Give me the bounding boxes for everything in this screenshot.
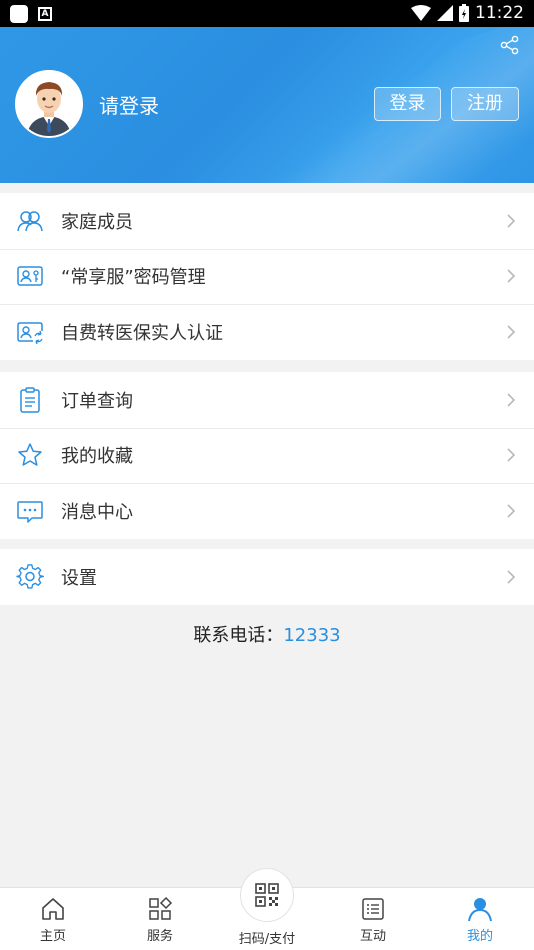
- id-card-key-icon: [17, 266, 43, 286]
- tab-label: 互动: [359, 929, 386, 944]
- share-icon[interactable]: [500, 35, 520, 55]
- status-bar: A 11:22: [0, 0, 534, 27]
- chevron-right-icon: [507, 504, 516, 518]
- tab-label: 我的: [466, 929, 493, 944]
- star-icon: [18, 443, 42, 466]
- avatar[interactable]: [15, 70, 83, 138]
- qr-code-icon: [255, 883, 279, 907]
- text-notification-icon: A: [38, 7, 52, 21]
- bottom-tab-bar: 主页 服务 扫码/支付 互动 我的: [0, 868, 534, 950]
- menu-item-identity-verification[interactable]: 自费转医保实人认证: [0, 304, 534, 360]
- menu-group-activity: 订单查询 我的收藏 消息中心: [0, 372, 534, 539]
- menu-item-message-center[interactable]: 消息中心: [0, 483, 534, 539]
- login-button[interactable]: 登录: [374, 87, 441, 121]
- list-icon: [362, 898, 384, 920]
- menu-item-label: 设置: [61, 567, 97, 589]
- contact-phone-link[interactable]: 12333: [283, 625, 340, 646]
- tab-label: 服务: [146, 929, 173, 944]
- menu-item-settings[interactable]: 设置: [0, 549, 534, 605]
- tab-home[interactable]: 主页: [23, 896, 83, 944]
- menu-group-account: 家庭成员 “常享服”密码管理 自费转医保实人认证: [0, 193, 534, 360]
- login-prompt[interactable]: 请登录: [99, 90, 159, 119]
- menu-group-settings: 设置: [0, 549, 534, 605]
- chevron-right-icon: [507, 448, 516, 462]
- home-icon: [42, 898, 64, 920]
- grid-icon: [149, 896, 173, 920]
- tab-label-scan[interactable]: 扫码/支付: [228, 928, 306, 947]
- menu-item-family-members[interactable]: 家庭成员: [0, 193, 534, 249]
- tab-label: 主页: [39, 929, 66, 944]
- chevron-right-icon: [507, 269, 516, 283]
- tab-interact[interactable]: 互动: [343, 896, 403, 944]
- wifi-icon: [411, 5, 431, 21]
- family-icon: [17, 211, 43, 231]
- menu-item-password-management[interactable]: “常享服”密码管理: [0, 248, 534, 305]
- chevron-right-icon: [507, 570, 516, 584]
- app-notification-icon: [10, 5, 28, 23]
- message-icon: [17, 501, 43, 523]
- clipboard-icon: [20, 387, 40, 413]
- profile-header: 请登录 登录 注册: [0, 27, 534, 183]
- id-card-verify-icon: [17, 322, 43, 344]
- user-icon: [468, 898, 492, 922]
- gear-icon: [16, 563, 44, 589]
- menu-item-favorites[interactable]: 我的收藏: [0, 427, 534, 484]
- menu-item-label: 自费转医保实人认证: [61, 322, 223, 344]
- signal-icon: [437, 5, 453, 21]
- contact-label: 联系电话：: [193, 625, 284, 646]
- register-button[interactable]: 注册: [451, 87, 519, 121]
- battery-icon: [459, 4, 469, 22]
- menu-item-label: “常享服”密码管理: [61, 267, 206, 289]
- tab-mine[interactable]: 我的: [450, 896, 510, 944]
- menu-item-order-inquiry[interactable]: 订单查询: [0, 372, 534, 428]
- tab-service[interactable]: 服务: [130, 896, 190, 944]
- clock: 11:22: [475, 3, 524, 23]
- scan-pay-button[interactable]: [240, 868, 294, 922]
- chevron-right-icon: [507, 214, 516, 228]
- menu-item-label: 消息中心: [61, 501, 133, 523]
- chevron-right-icon: [507, 393, 516, 407]
- contact-info: 联系电话：12333: [0, 621, 534, 647]
- menu-item-label: 我的收藏: [61, 446, 133, 468]
- chevron-right-icon: [507, 325, 516, 339]
- menu-item-label: 订单查询: [61, 390, 133, 412]
- menu-item-label: 家庭成员: [61, 211, 133, 233]
